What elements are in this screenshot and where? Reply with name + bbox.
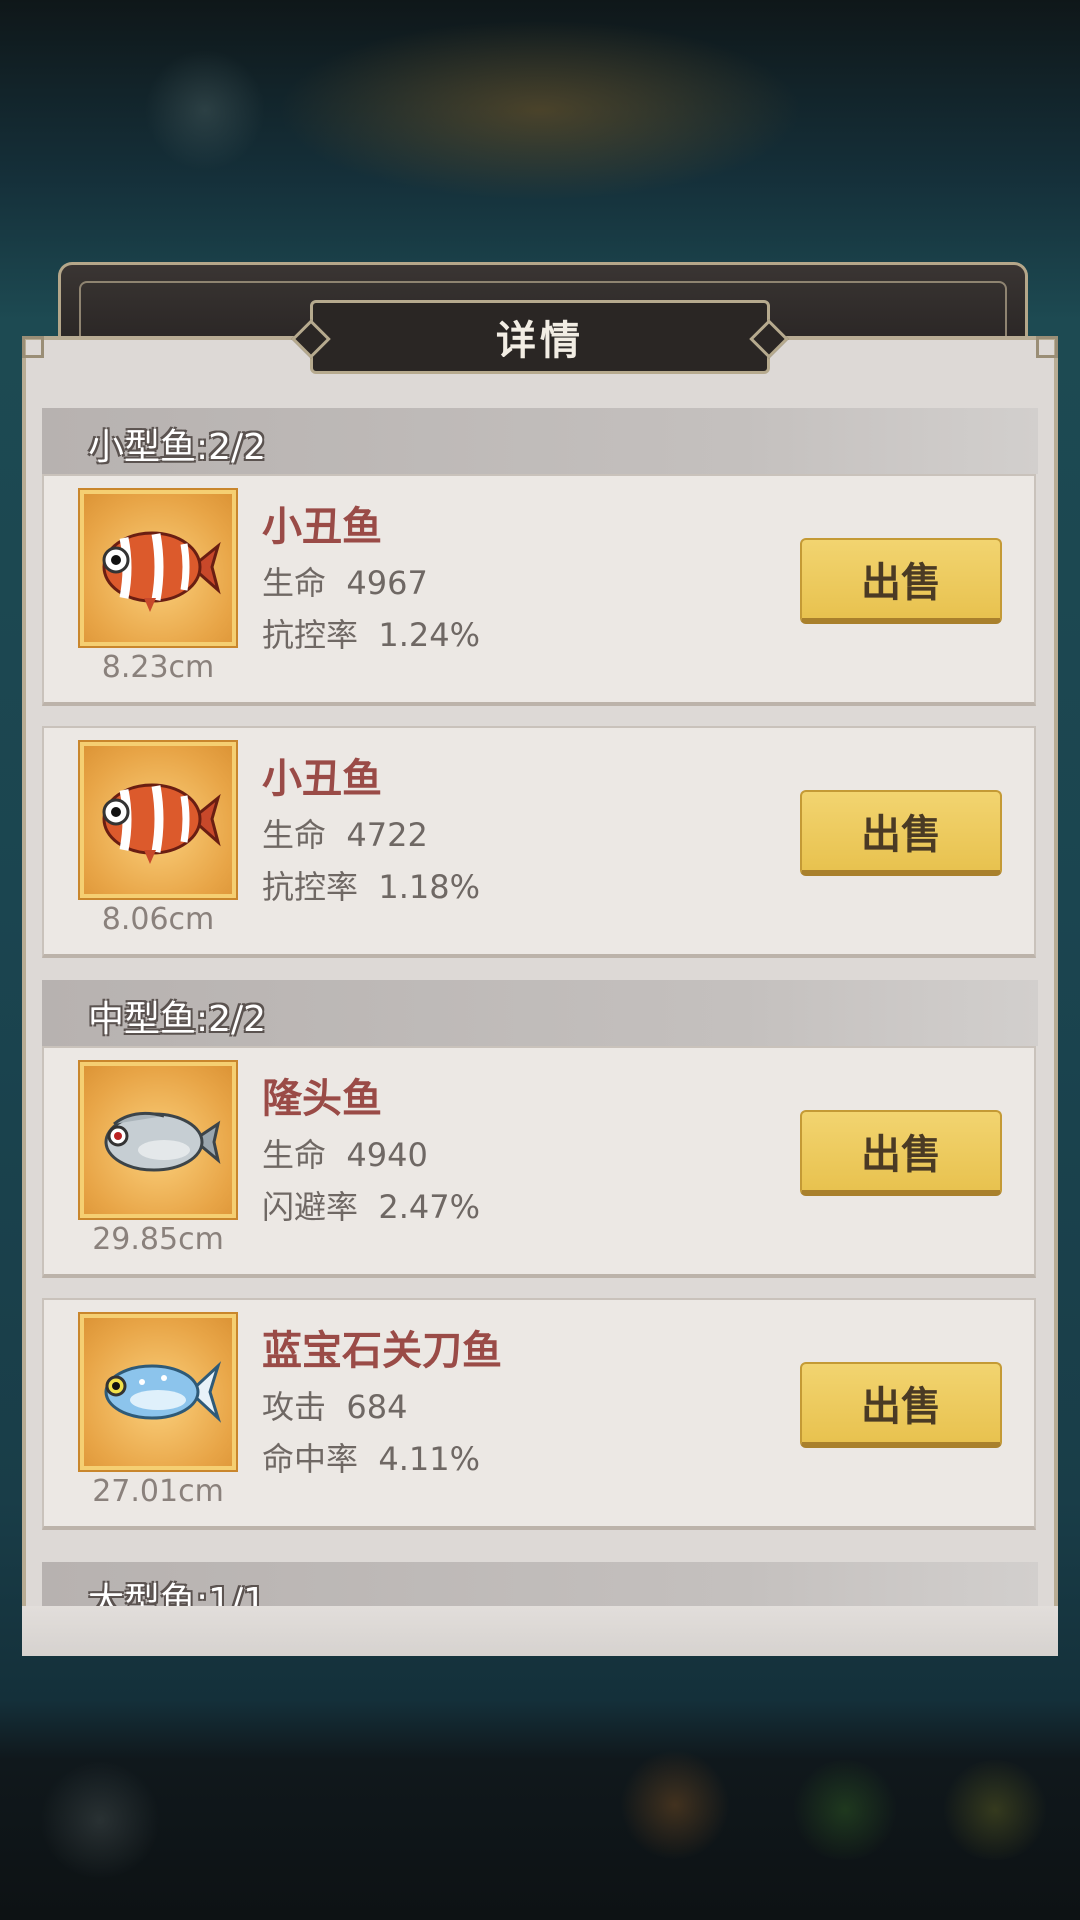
sapphire-fish-icon xyxy=(104,1361,222,1423)
list-item: 29.85cm 隆头鱼 生命 4940 闪避率 2.47% 出售 xyxy=(42,1046,1036,1278)
clownfish-icon xyxy=(102,531,221,612)
section-title: 大型鱼:1/1 xyxy=(88,1581,267,1606)
section-header-medium: 中型鱼:2/2 xyxy=(42,980,1038,1046)
dialog-title: 详情 xyxy=(496,318,584,364)
fish-icon-frame xyxy=(80,490,236,646)
fish-size: 8.23cm xyxy=(101,650,215,685)
fish-name: 小丑鱼 xyxy=(262,756,382,802)
wrasse-icon xyxy=(104,1111,221,1172)
list-item: 27.01cm 蓝宝石关刀鱼 攻击 684 命中率 4.11% 出售 xyxy=(42,1298,1036,1530)
fish-stat-2: 命中率 4.11% xyxy=(262,1440,481,1478)
section-header-small: 小型鱼:2/2 xyxy=(42,408,1038,474)
fish-stat-1: 生命 4722 xyxy=(262,816,428,854)
fish-icon-frame xyxy=(80,742,236,898)
fish-stat-1: 生命 4940 xyxy=(262,1136,428,1174)
fish-stat-1: 生命 4967 xyxy=(262,564,428,602)
sell-button[interactable]: 出售 xyxy=(800,538,1002,624)
clownfish-icon xyxy=(102,783,221,864)
fish-size: 27.01cm xyxy=(92,1474,224,1509)
section-title: 中型鱼:2/2 xyxy=(88,999,267,1040)
sell-button[interactable]: 出售 xyxy=(800,1362,1002,1448)
fish-stat-2: 抗控率 1.24% xyxy=(262,616,481,654)
dialog-title-plate: 详情 xyxy=(310,300,770,374)
fish-icon-frame xyxy=(80,1062,236,1218)
background-joystick xyxy=(40,1760,160,1880)
list-item: 8.23cm 小丑鱼 生命 4967 抗控率 1.24% 出售 xyxy=(42,474,1036,706)
fish-list[interactable]: 小型鱼:2/2 8.23cm 小丑鱼 生命 4967 抗控率 1.24% 出售 xyxy=(42,408,1038,1606)
background-button-3 xyxy=(940,1760,1050,1860)
fish-name: 隆头鱼 xyxy=(262,1076,382,1122)
section-header-large: 大型鱼:1/1 xyxy=(42,1562,1038,1606)
section-title: 小型鱼:2/2 xyxy=(88,427,267,468)
list-item: 8.06cm 小丑鱼 生命 4722 抗控率 1.18% 出售 xyxy=(42,726,1036,958)
fish-stat-1: 攻击 684 xyxy=(262,1388,408,1426)
fish-stat-2: 闪避率 2.47% xyxy=(262,1188,481,1226)
fish-size: 8.06cm xyxy=(101,902,215,937)
dialog-bottom-edge xyxy=(22,1606,1058,1656)
sell-button[interactable]: 出售 xyxy=(800,790,1002,876)
fish-name: 蓝宝石关刀鱼 xyxy=(262,1328,502,1374)
background-button-2 xyxy=(790,1760,900,1860)
sell-button[interactable]: 出售 xyxy=(800,1110,1002,1196)
fish-stat-2: 抗控率 1.18% xyxy=(262,868,481,906)
fish-name: 小丑鱼 xyxy=(262,504,382,550)
fish-size: 29.85cm xyxy=(92,1222,224,1257)
fish-icon-frame xyxy=(80,1314,236,1470)
background-button-1 xyxy=(620,1750,730,1860)
